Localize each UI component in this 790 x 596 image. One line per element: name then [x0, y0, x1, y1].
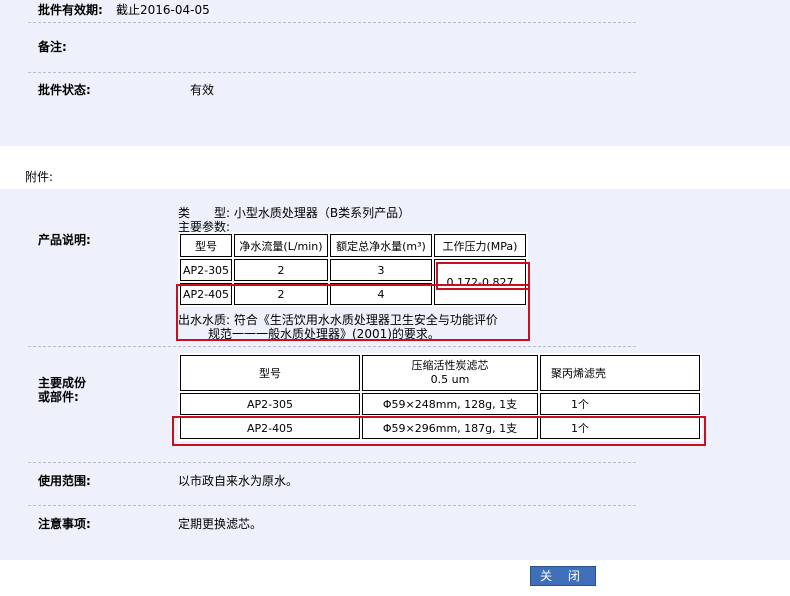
divider [28, 72, 636, 73]
params-header-pressure: 工作压力(MPa) [434, 234, 526, 257]
status-value: 有效 [190, 83, 215, 97]
components-cell: Φ59×248mm, 128g, 1支 [362, 393, 538, 415]
divider [28, 505, 636, 506]
components-header-filter-line2: 0.5 um [430, 373, 470, 386]
params-header-model: 型号 [180, 234, 232, 257]
notes-label: 注意事项: [38, 517, 91, 531]
components-header-housing: 聚丙烯滤壳 [540, 355, 700, 391]
components-header-filter-line1: 压缩活性炭滤芯 [411, 359, 489, 372]
notes-value: 定期更换滤芯。 [178, 517, 263, 531]
highlight-box [172, 416, 706, 446]
divider [28, 346, 636, 347]
highlight-box [176, 284, 530, 341]
components-label-line2: 或部件: [38, 390, 79, 404]
params-cell: 2 [234, 259, 328, 281]
product-label: 产品说明: [38, 233, 91, 247]
approval-info-panel: 批件有效期: 截止2016-04-05 备注: 批件状态: 有效 [0, 0, 790, 146]
divider [28, 462, 636, 463]
divider [28, 22, 636, 23]
scope-label: 使用范围: [38, 474, 91, 488]
params-cell: 3 [330, 259, 432, 281]
validity-label: 批件有效期: [38, 3, 103, 17]
close-button[interactable]: 关 闭 [530, 566, 596, 586]
scope-value: 以市政自来水为原水。 [178, 474, 299, 488]
attachment-label: 附件: [25, 170, 54, 184]
remark-label: 备注: [38, 40, 67, 54]
components-header-model: 型号 [180, 355, 360, 391]
params-header-capacity: 额定总净水量(m³) [330, 234, 432, 257]
validity-value: 截止2016-04-05 [116, 3, 210, 17]
components-cell: 1个 [540, 393, 700, 415]
components-cell: AP2-305 [180, 393, 360, 415]
params-header-flow: 净水流量(L/min) [234, 234, 328, 257]
params-cell: AP2-305 [180, 259, 232, 281]
status-label: 批件状态: [38, 83, 91, 97]
components-header-filter: 压缩活性炭滤芯 0.5 um [362, 355, 538, 391]
